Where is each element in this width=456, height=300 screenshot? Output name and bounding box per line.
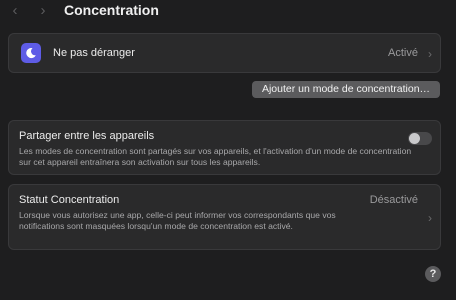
page-title: Concentration bbox=[64, 2, 159, 18]
toggle-knob bbox=[409, 133, 420, 144]
forward-button[interactable]: › bbox=[36, 2, 50, 20]
do-not-disturb-status: Activé bbox=[388, 47, 418, 59]
focus-status-description: Lorsque vous autorisez une app, celle-ci… bbox=[19, 210, 336, 231]
share-across-devices-toggle[interactable] bbox=[408, 132, 432, 145]
focus-status-row[interactable]: Statut Concentration Désactivé Lorsque v… bbox=[8, 184, 441, 250]
chevron-left-icon: ‹ bbox=[12, 2, 18, 19]
chevron-right-icon: › bbox=[428, 211, 432, 225]
focus-status-value: Désactivé bbox=[369, 194, 418, 206]
toolbar: ‹ › Concentration bbox=[0, 0, 456, 24]
share-across-devices-row: Partager entre les appareils Les modes d… bbox=[8, 120, 441, 175]
focus-settings-page: ‹ › Concentration Ne pas déranger Activé… bbox=[0, 0, 456, 300]
add-focus-mode-button[interactable]: Ajouter un mode de concentration… bbox=[252, 81, 440, 98]
do-not-disturb-label: Ne pas déranger bbox=[53, 47, 135, 59]
chevron-right-icon: › bbox=[40, 2, 46, 19]
help-button[interactable]: ? bbox=[425, 266, 441, 282]
share-across-devices-description: Les modes de concentration sont partagés… bbox=[19, 146, 412, 167]
back-button[interactable]: ‹ bbox=[8, 2, 22, 20]
focus-status-label: Statut Concentration bbox=[19, 194, 120, 206]
moon-icon bbox=[21, 43, 41, 63]
do-not-disturb-row[interactable]: Ne pas déranger Activé › bbox=[8, 33, 441, 73]
chevron-right-icon: › bbox=[428, 47, 432, 61]
share-across-devices-label: Partager entre les appareils bbox=[19, 130, 155, 142]
